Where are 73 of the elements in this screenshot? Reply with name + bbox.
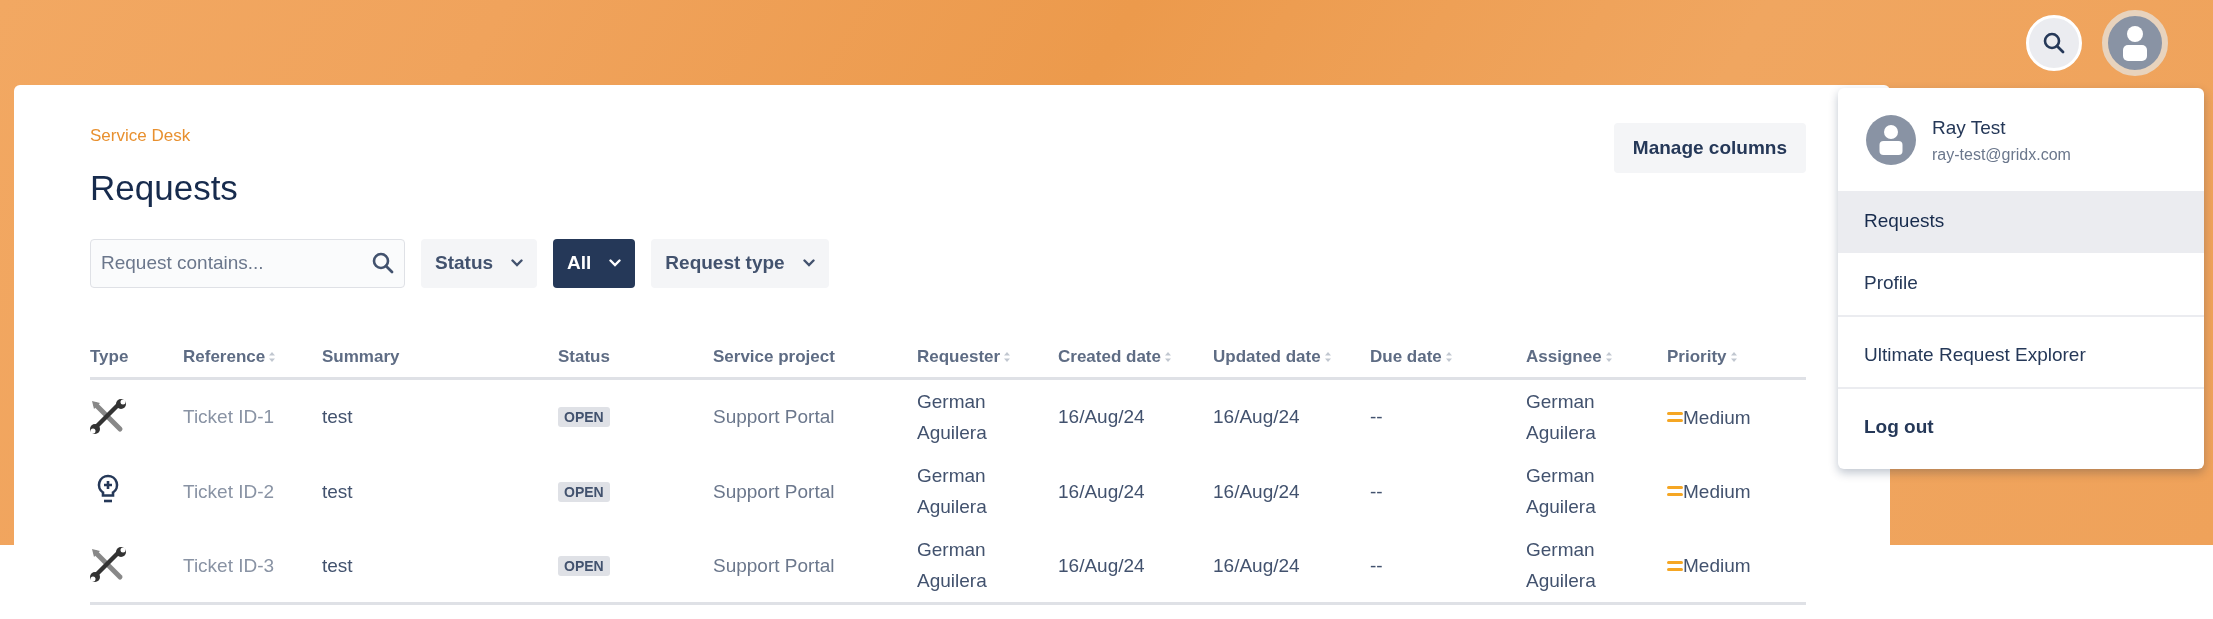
table-cell: Support Portal [713, 406, 835, 428]
table-cell-text: German Aguilera [917, 389, 988, 445]
page-title: Requests [90, 166, 238, 209]
tools-icon [90, 398, 126, 434]
ticket-link[interactable]: Ticket ID-2 [183, 480, 275, 502]
medium-priority-icon [1667, 412, 1683, 422]
table-cell: -- [1370, 554, 1383, 576]
table-cell: test [322, 554, 353, 576]
filter-dropdown[interactable]: All [553, 238, 636, 288]
chevron-down-icon [511, 259, 524, 267]
filter-dropdown[interactable]: Request type [651, 238, 829, 288]
column-header[interactable]: Priority [1667, 346, 1727, 366]
sort-icon [1444, 351, 1453, 363]
sort-icon [1164, 351, 1172, 363]
priority-label: Medium [1683, 479, 1751, 504]
table-cell: 16/Aug/24 [1058, 480, 1145, 502]
search-icon [2042, 30, 2066, 55]
status-lozenge: OPEN [558, 555, 610, 576]
table-cell-text: German Aguilera [917, 464, 988, 519]
ticket-link[interactable]: Ticket ID-1 [183, 406, 275, 428]
table-cell: 16/Aug/24 [1213, 406, 1300, 428]
column-header[interactable]: Updated date [1213, 346, 1321, 366]
filter-dropdown[interactable]: Status [421, 238, 538, 288]
user-email: ray-test@gridx.com [1932, 144, 2071, 165]
sort-icon [1323, 351, 1332, 363]
table-cell: 16/Aug/24 [1058, 406, 1145, 428]
avatar-icon [1866, 115, 1916, 166]
user-name: Ray Test [1932, 116, 2007, 140]
table-cell-text: German Aguilera [1526, 464, 1597, 519]
chevron-down-icon [609, 259, 622, 267]
table-cell-text: German Aguilera [1526, 389, 1597, 445]
table-cell-text: German Aguilera [1526, 538, 1597, 594]
priority-label: Medium [1683, 405, 1751, 430]
medium-priority-icon [1667, 486, 1683, 497]
sort-icon [1729, 351, 1738, 363]
column-header[interactable]: Reference [183, 346, 266, 366]
sort-icon [1604, 351, 1613, 363]
menu-item[interactable]: Requests [1838, 190, 2204, 253]
person-icon [2120, 24, 2150, 61]
sort-icon [268, 351, 277, 363]
menu-item[interactable]: Ultimate Request Explorer [1838, 324, 2204, 387]
tools-icon [90, 547, 126, 583]
table-cell: 16/Aug/24 [1213, 554, 1300, 576]
table-cell: Support Portal [713, 554, 835, 576]
column-header[interactable]: Status [558, 346, 610, 366]
sort-icon [1003, 351, 1012, 363]
table-cell: 16/Aug/24 [1058, 554, 1145, 576]
column-header[interactable]: Due date [1370, 346, 1442, 366]
lightbulb-icon [97, 474, 119, 503]
column-header[interactable]: Service project [713, 346, 835, 366]
column-header[interactable]: Assignee [1526, 346, 1602, 366]
table-cell: -- [1370, 480, 1383, 502]
ticket-link[interactable]: Ticket ID-3 [183, 554, 275, 576]
search-field[interactable]: Request contains... [90, 238, 405, 288]
column-header[interactable]: Type [90, 346, 129, 366]
column-header[interactable]: Created date [1058, 346, 1161, 366]
table-cell: test [322, 406, 353, 428]
column-header[interactable]: Requester [917, 346, 1001, 366]
medium-priority-icon [1667, 560, 1683, 571]
table-cell-text: German Aguilera [917, 538, 988, 594]
manage-columns-button[interactable]: Manage columns [1613, 123, 1806, 173]
logout-item[interactable]: Log out [1838, 396, 2204, 459]
table-cell: -- [1370, 406, 1383, 428]
table-cell: Support Portal [713, 480, 835, 502]
priority-label: Medium [1683, 554, 1751, 578]
chevron-down-icon [802, 259, 815, 267]
table-cell: 16/Aug/24 [1213, 480, 1300, 502]
menu-item[interactable]: Profile [1838, 252, 2204, 315]
status-lozenge: OPEN [558, 481, 610, 502]
status-lozenge: OPEN [558, 407, 610, 428]
table-cell: test [322, 480, 353, 502]
column-header[interactable]: Summary [322, 346, 400, 366]
search-icon [371, 250, 395, 275]
